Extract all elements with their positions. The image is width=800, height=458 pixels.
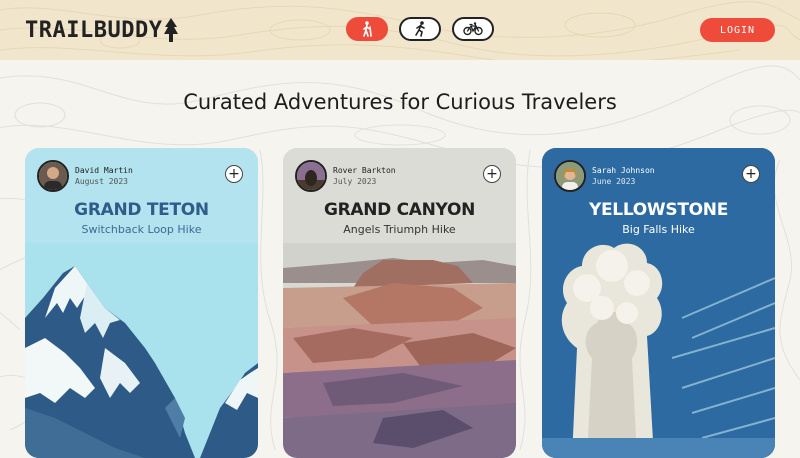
brand-name: TRAILBUDDY [25,17,163,43]
author-avatar[interactable] [554,160,586,192]
trip-title: YELLOWSTONE [588,200,729,220]
add-trip-button[interactable]: + [483,165,501,183]
avatar-photo [556,162,584,190]
author-info: Rover Barkton July 2023 [333,165,396,187]
trip-date: June 2023 [592,177,636,186]
plus-icon: + [486,166,498,182]
add-trip-button[interactable]: + [742,165,760,183]
avatar-photo [39,162,67,190]
author-info: Sarah Johnson June 2023 [592,165,655,187]
trip-card-grand-teton[interactable]: David Martin August 2023 + GRAND TETON S… [25,148,258,458]
brand-logo[interactable]: TRAILBUDDY [25,16,179,44]
hike-mode-button[interactable] [346,17,388,41]
trip-title: GRAND TETON [74,200,209,220]
trip-card-grand-canyon[interactable]: Rover Barkton July 2023 + GRAND CANYON A… [283,148,516,458]
activity-mode-toggle [346,17,494,41]
runner-icon [415,21,425,37]
trip-card-yellowstone[interactable]: Sarah Johnson June 2023 + YELLOWSTONE Bi… [542,148,775,458]
trip-subtitle: Angels Triumph Hike [343,223,456,236]
plus-icon: + [228,166,240,182]
hiker-icon [363,21,372,37]
plus-icon: + [745,166,757,182]
pine-tree-icon [164,18,179,42]
trip-subtitle: Switchback Loop Hike [81,223,202,236]
grand-teton-illustration [25,148,258,458]
run-mode-button[interactable] [399,17,441,41]
trip-date: July 2023 [333,177,377,186]
trip-date: August 2023 [75,177,128,186]
login-button[interactable]: LOGIN [700,18,775,42]
author-info: David Martin August 2023 [75,165,133,187]
bike-mode-button[interactable] [452,17,494,41]
yellowstone-illustration [542,148,775,458]
page-headline: Curated Adventures for Curious Travelers [183,90,617,114]
grand-canyon-illustration [283,148,516,458]
site-header: TRAILBUDDY LOGIN [0,0,800,60]
author-name: Sarah Johnson [592,166,655,175]
author-avatar[interactable] [37,160,69,192]
author-name: David Martin [75,166,133,175]
author-name: Rover Barkton [333,166,396,175]
author-avatar[interactable] [295,160,327,192]
trip-title: GRAND CANYON [323,200,476,220]
trip-subtitle: Big Falls Hike [622,223,695,236]
add-trip-button[interactable]: + [225,165,243,183]
bike-icon [463,22,483,36]
avatar-photo [297,162,325,190]
